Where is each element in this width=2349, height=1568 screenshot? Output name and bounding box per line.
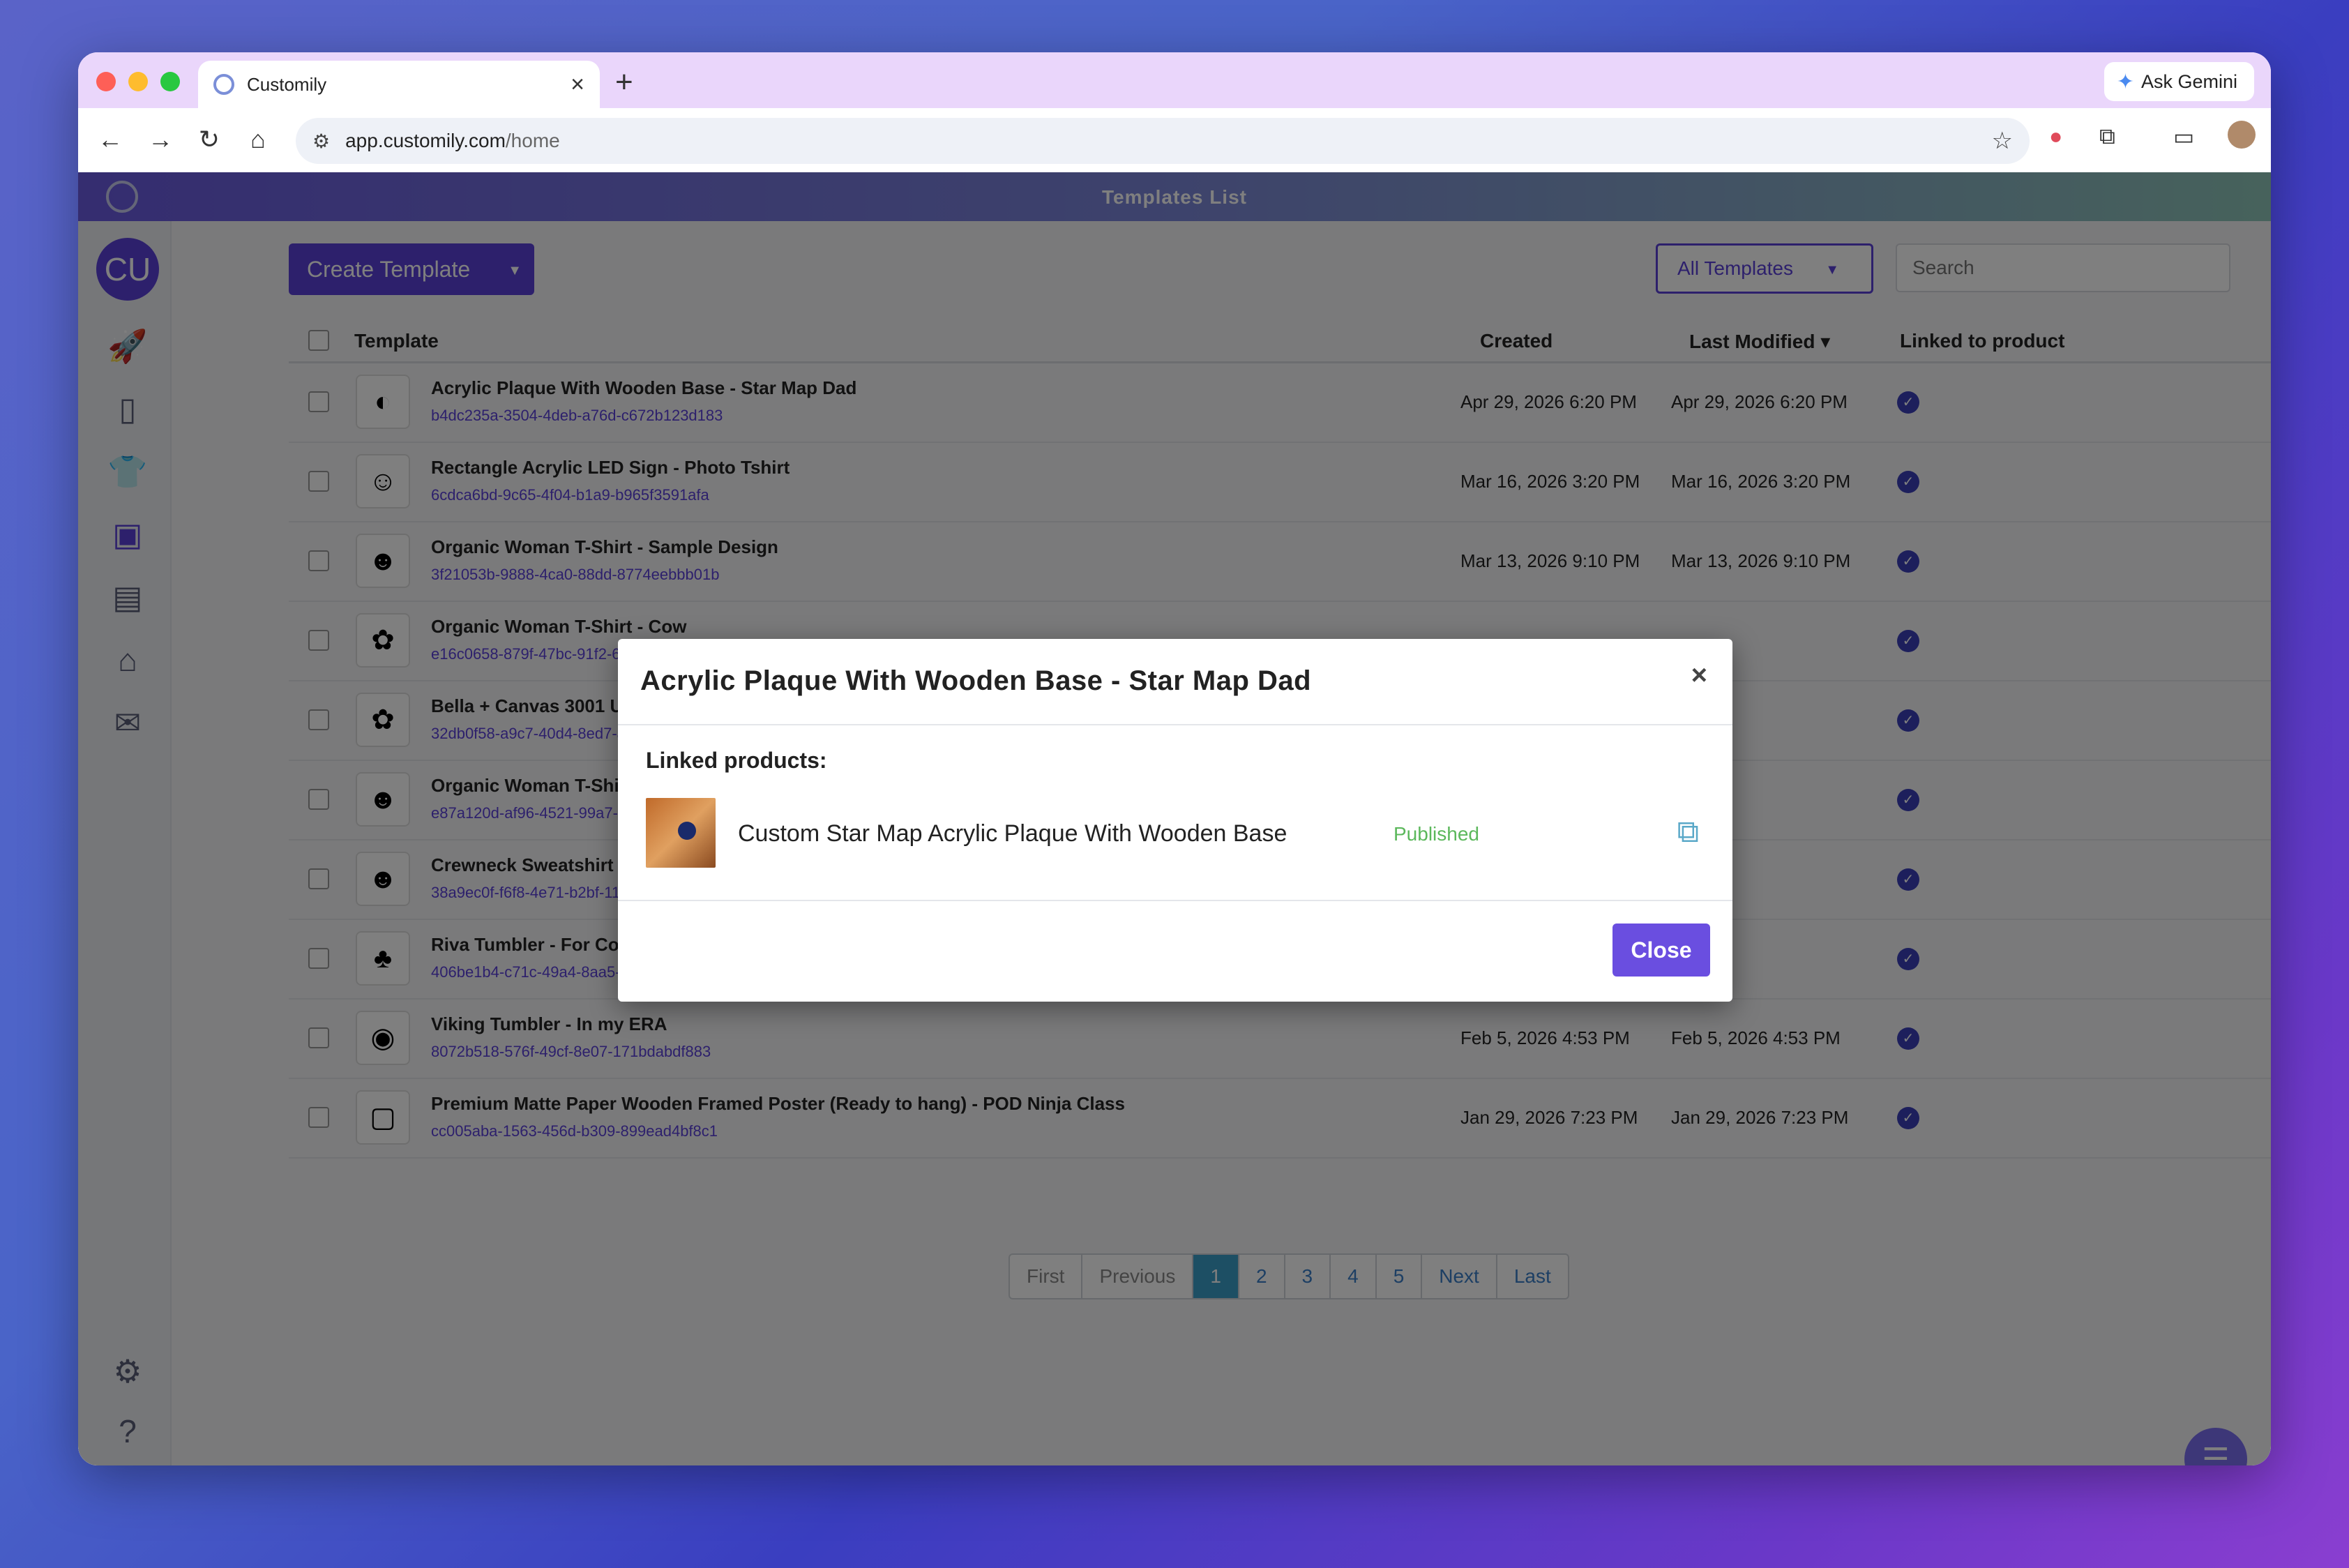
window-zoom-button[interactable] <box>160 72 180 91</box>
home-icon[interactable]: ⌂ <box>243 125 273 154</box>
site-settings-icon[interactable]: ⚙ <box>312 130 330 153</box>
product-thumbnail <box>646 798 716 868</box>
linked-products-label: Linked products: <box>646 748 827 773</box>
back-icon[interactable]: ← <box>95 125 126 154</box>
reload-icon[interactable]: ↻ <box>194 125 225 154</box>
profile-avatar[interactable] <box>2228 121 2256 149</box>
customily-favicon-icon <box>213 74 234 95</box>
window-minimize-button[interactable] <box>128 72 148 91</box>
close-icon[interactable]: × <box>1691 660 1707 691</box>
tab-close-icon[interactable]: × <box>571 71 584 98</box>
browser-tab-customily[interactable]: Customily × <box>198 61 600 108</box>
new-tab-button[interactable]: + <box>615 65 633 100</box>
bookmark-star-icon[interactable]: ☆ <box>1992 127 2013 155</box>
window-close-button[interactable] <box>96 72 116 91</box>
ask-gemini-label: Ask Gemini <box>2140 70 2237 92</box>
gemini-spark-icon: ✦ <box>2116 70 2134 93</box>
browser-window: Customily × + ✦ Ask Gemini ← → ↻ ⌂ ⚙ app… <box>78 52 2271 1465</box>
tab-search-icon[interactable]: ▭ <box>2173 123 2194 150</box>
forward-icon[interactable]: → <box>145 125 176 154</box>
browser-toolbar: ← → ↻ ⌂ ⚙ app.customily.com/home ☆ ● ⧉ ▭ <box>78 108 2271 172</box>
ask-gemini-button[interactable]: ✦ Ask Gemini <box>2103 62 2254 101</box>
modal-title: Acrylic Plaque With Wooden Base - Star M… <box>640 665 1312 696</box>
external-link-icon[interactable]: ⧉ <box>1677 815 1699 850</box>
extension-icon[interactable]: ● <box>2049 123 2062 149</box>
tab-strip: Customily × + ✦ Ask Gemini <box>78 52 2271 108</box>
status-badge: Published <box>1393 823 1479 845</box>
extensions-puzzle-icon[interactable]: ⧉ <box>2099 123 2115 150</box>
close-button[interactable]: Close <box>1612 924 1710 977</box>
modal-body: Linked products: Custom Star Map Acrylic… <box>618 725 1732 901</box>
tab-title: Customily <box>247 73 327 95</box>
product-name: Custom Star Map Acrylic Plaque With Wood… <box>738 820 1287 847</box>
url-text[interactable]: app.customily.com/home <box>345 130 1991 152</box>
address-bar[interactable]: ⚙ app.customily.com/home ☆ <box>296 118 2030 164</box>
modal-footer: Close <box>618 901 1732 1002</box>
linked-products-modal: Acrylic Plaque With Wooden Base - Star M… <box>618 639 1732 1002</box>
modal-header: Acrylic Plaque With Wooden Base - Star M… <box>618 639 1732 725</box>
